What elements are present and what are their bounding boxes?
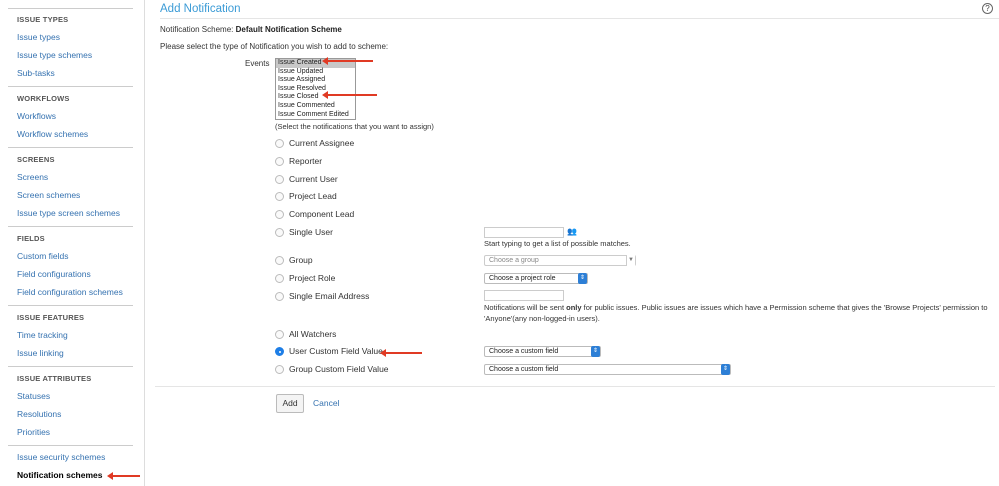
hint-text: Notifications will be sent [484,303,567,312]
sidebar-item-statuses[interactable]: Statuses [17,391,50,401]
sidebar-heading-issue-features: ISSUE FEATURES [17,313,85,322]
user-custom-field-select[interactable]: Choose a custom field ⇕ [484,346,601,357]
events-hint: (Select the notifications that you want … [275,122,434,131]
event-option-issue-commented[interactable]: Issue Commented [276,102,355,111]
help-icon[interactable]: ? [982,3,993,14]
sidebar-item-time-tracking[interactable]: Time tracking [17,330,68,340]
radio-button[interactable] [275,157,284,166]
radio-button[interactable] [275,210,284,219]
annotation-arrow [322,91,377,99]
radio-button[interactable] [275,330,284,339]
sidebar-item-issue-type-schemes[interactable]: Issue type schemes [17,50,92,60]
group-select-value: Choose a group [489,257,539,264]
radio-label: Group [289,255,313,265]
chevron-down-icon: ▼ [626,255,635,266]
sidebar-divider [8,305,133,306]
project-role-select-value: Choose a project role [489,275,556,282]
cancel-link[interactable]: Cancel [313,398,339,408]
sidebar-divider [8,8,133,9]
radio-label: All Watchers [289,329,337,339]
single-user-hint: Start typing to get a list of possible m… [484,239,631,248]
scheme-info: Notification Scheme: Default Notificatio… [160,25,342,34]
radio-label: User Custom Field Value [289,346,383,356]
radio-button[interactable] [275,175,284,184]
sidebar-item-field-configurations[interactable]: Field configurations [17,269,91,279]
hint-text: 'Anyone'(any non-logged-in users). [484,313,600,323]
radio-button[interactable] [275,256,284,265]
project-role-select[interactable]: Choose a project role ⇕ [484,273,588,284]
radio-label: Component Lead [289,209,355,219]
hint-emphasis: only [566,303,582,312]
user-custom-field-select-value: Choose a custom field [489,348,559,355]
event-option-issue-updated[interactable]: Issue Updated [276,68,355,77]
sidebar-item-resolutions[interactable]: Resolutions [17,409,61,419]
single-user-input[interactable] [484,227,564,238]
event-option-issue-assigned[interactable]: Issue Assigned [276,76,355,85]
email-notification-hint: Notifications will be sent only for publ… [484,303,989,324]
sidebar-heading-workflows: WORKFLOWS [17,94,70,103]
sidebar-heading-screens: SCREENS [17,155,55,164]
chevron-updown-icon: ⇕ [721,364,730,375]
sidebar-divider [8,147,133,148]
radio-label: Project Lead [289,191,337,201]
chevron-updown-icon: ⇕ [578,273,587,284]
sidebar-divider [8,226,133,227]
scheme-label: Notification Scheme: [160,25,234,34]
add-button[interactable]: Add [276,394,304,413]
sidebar-item-workflow-schemes[interactable]: Workflow schemes [17,129,88,139]
chevron-updown-icon: ⇕ [591,346,600,357]
sidebar-item-screens[interactable]: Screens [17,172,48,182]
sidebar-divider [8,86,133,87]
radio-label: Reporter [289,156,323,166]
annotation-arrow [107,472,140,480]
form-prompt: Please select the type of Notification y… [160,42,389,51]
sidebar-item-screen-schemes[interactable]: Screen schemes [17,190,80,200]
group-custom-field-select[interactable]: Choose a custom field ⇕ [484,364,731,375]
radio-label: Current Assignee [289,138,355,148]
annotation-arrow [380,349,422,357]
radio-button-selected[interactable] [275,347,284,356]
divider [160,18,999,19]
group-select[interactable]: Choose a group ▼ [484,255,636,266]
email-address-input[interactable] [484,290,564,301]
admin-sidebar: ISSUE TYPES Issue types Issue type schem… [0,0,145,486]
sidebar-item-issue-linking[interactable]: Issue linking [17,348,64,358]
sidebar-item-issue-type-screen-schemes[interactable]: Issue type screen schemes [17,208,120,218]
radio-label: Group Custom Field Value [289,364,389,374]
event-option-issue-comment-edited[interactable]: Issue Comment Edited [276,111,355,119]
radio-button[interactable] [275,228,284,237]
event-option-issue-resolved[interactable]: Issue Resolved [276,85,355,94]
events-label: Events [245,59,270,68]
sidebar-item-custom-fields[interactable]: Custom fields [17,251,69,261]
sidebar-item-workflows[interactable]: Workflows [17,111,56,121]
group-custom-field-select-value: Choose a custom field [489,366,559,373]
annotation-arrow [322,57,373,65]
sidebar-divider [8,445,133,446]
divider [155,386,995,387]
sidebar-item-issue-types[interactable]: Issue types [17,32,60,42]
sidebar-item-issue-security-schemes[interactable]: Issue security schemes [17,452,105,462]
page-title: Add Notification [160,3,241,15]
sidebar-divider [8,366,133,367]
radio-label: Project Role [289,273,336,283]
sidebar-item-sub-tasks[interactable]: Sub-tasks [17,68,55,78]
user-picker-icon[interactable]: 👥 [567,227,577,237]
radio-button[interactable] [275,292,284,301]
sidebar-heading-issue-attributes: ISSUE ATTRIBUTES [17,374,92,383]
hint-text: for public issues. Public issues are iss… [581,303,988,312]
radio-button[interactable] [275,274,284,283]
radio-button[interactable] [275,139,284,148]
sidebar-item-field-configuration-schemes[interactable]: Field configuration schemes [17,287,123,297]
sidebar-heading-fields: FIELDS [17,234,45,243]
scheme-name: Default Notification Scheme [235,25,342,34]
radio-label: Single User [289,227,333,237]
sidebar-item-notification-schemes[interactable]: Notification schemes [17,470,103,480]
radio-label: Single Email Address [289,291,370,301]
sidebar-heading-issue-types: ISSUE TYPES [17,15,69,24]
radio-button[interactable] [275,365,284,374]
events-multiselect[interactable]: Issue Created Issue Updated Issue Assign… [275,58,356,120]
radio-button[interactable] [275,192,284,201]
radio-label: Current User [289,174,338,184]
sidebar-item-priorities[interactable]: Priorities [17,427,50,437]
